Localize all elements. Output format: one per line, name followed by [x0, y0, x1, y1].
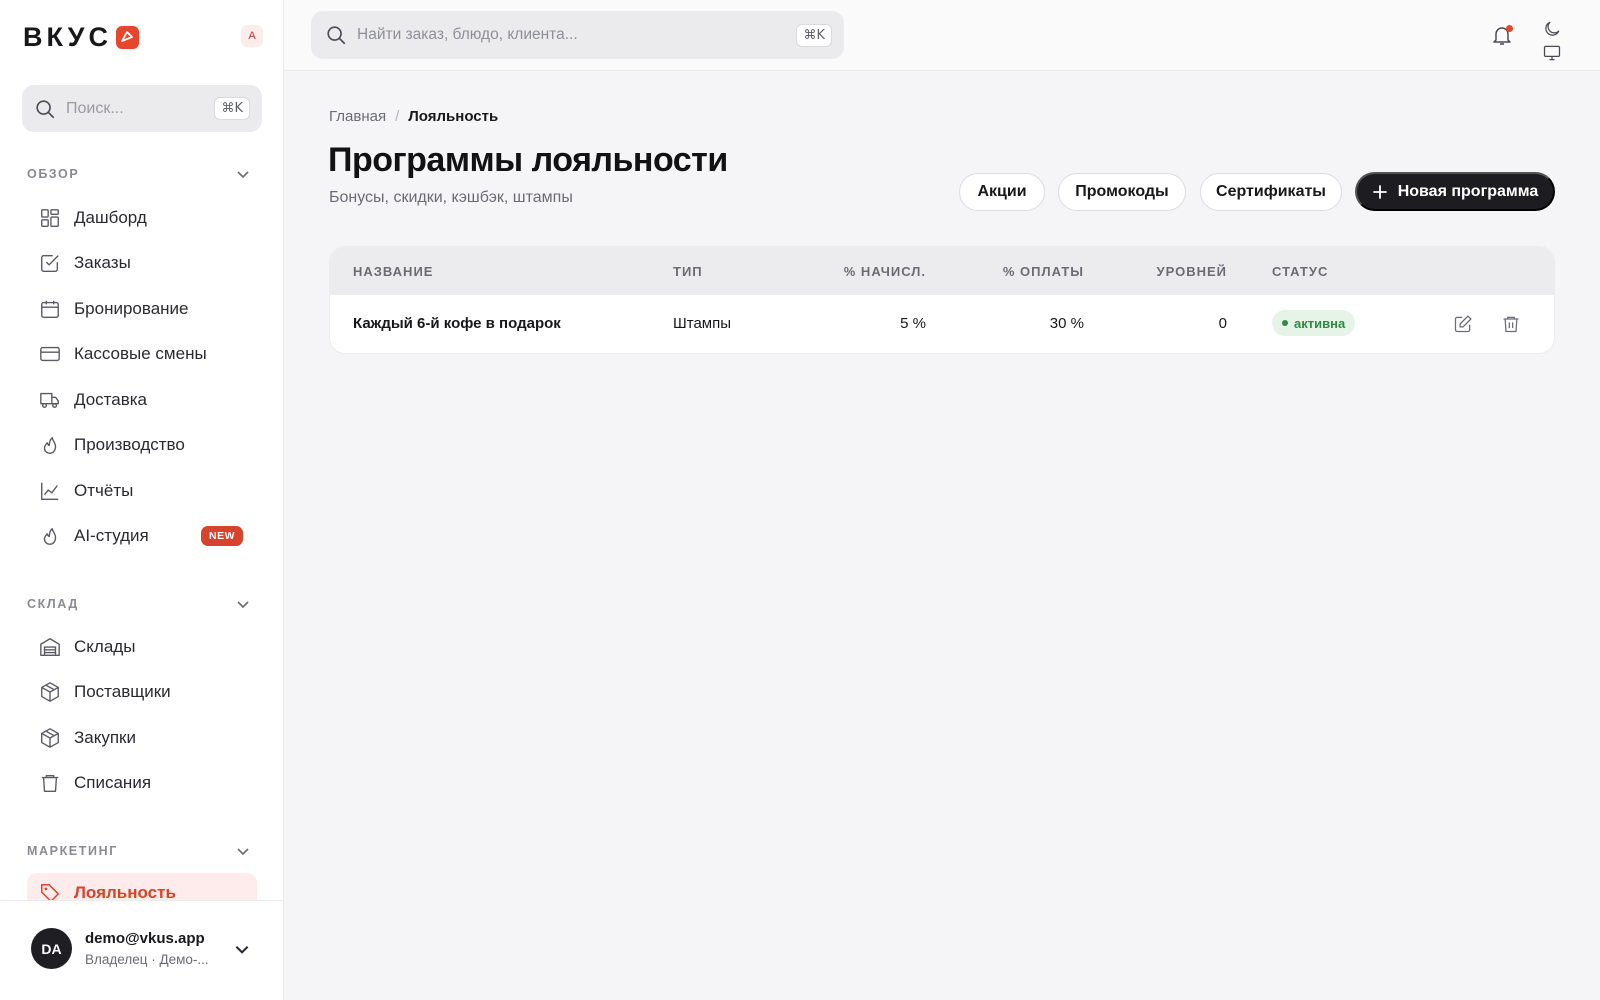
- section-warehouse-header[interactable]: СКЛАД: [27, 594, 257, 614]
- sidebar-item-booking[interactable]: Бронирование: [27, 289, 257, 329]
- trash-icon: [41, 774, 59, 792]
- plus-icon: [1372, 184, 1387, 199]
- promos-button[interactable]: Акции: [959, 173, 1045, 211]
- monitor-icon[interactable]: [1542, 43, 1562, 63]
- sidebar-search-input[interactable]: Поиск... ⌘K: [22, 85, 262, 132]
- table-header: НАЗВАНИЕ ТИП % НАЧИСЛ. % ОПЛАТЫ УРОВНЕЙ …: [330, 247, 1554, 295]
- credit-card-icon: [40, 346, 60, 362]
- sidebar-item-cash-shifts[interactable]: Кассовые смены: [27, 334, 257, 374]
- cell-type: Штампы: [673, 315, 732, 332]
- sidebar-item-label: Бронирование: [74, 299, 189, 318]
- sidebar-item-purchases[interactable]: Закупки: [27, 718, 257, 758]
- shortcut-hint: ⌘K: [796, 23, 832, 47]
- breadcrumb-home[interactable]: Главная: [329, 108, 386, 125]
- search-icon: [327, 26, 346, 45]
- box-icon: [41, 682, 59, 702]
- warehouse-icon: [40, 638, 60, 656]
- chevron-down-icon: [237, 601, 249, 609]
- column-header-levels: УРОВНЕЙ: [1156, 264, 1227, 279]
- new-program-button[interactable]: Новая программа: [1355, 172, 1555, 211]
- column-header-status: СТАТУС: [1272, 264, 1329, 279]
- column-header-name: НАЗВАНИЕ: [353, 264, 434, 279]
- sidebar-item-suppliers[interactable]: Поставщики: [27, 672, 257, 712]
- global-search-input[interactable]: Найти заказ, блюдо, клиента... ⌘K: [311, 11, 844, 59]
- cell-accrual: 5 %: [900, 315, 926, 332]
- moon-icon[interactable]: [1542, 19, 1562, 39]
- sidebar-item-label: Производство: [74, 435, 185, 454]
- sidebar-item-label: Списания: [74, 773, 152, 792]
- section-overview-header[interactable]: ОБЗОР: [27, 164, 257, 184]
- column-header-payment: % ОПЛАТЫ: [1002, 264, 1084, 279]
- breadcrumb: Главная / Лояльность: [329, 108, 498, 125]
- topbar: Найти заказ, блюдо, клиента... ⌘K: [284, 0, 1600, 71]
- sidebar-item-ai-studio[interactable]: AI-студия NEW: [27, 516, 257, 556]
- sidebar-item-label: Дашборд: [74, 208, 147, 227]
- checkbox-icon: [41, 254, 59, 272]
- status-badge: активна: [1272, 310, 1356, 336]
- sidebar-item-label: Закупки: [74, 728, 136, 747]
- sidebar-item-warehouses[interactable]: Склады: [27, 627, 257, 667]
- cell-payment: 30 %: [1049, 315, 1084, 332]
- chart-line-icon: [41, 482, 59, 500]
- sidebar-item-dashboard[interactable]: Дашборд: [27, 198, 257, 238]
- user-panel[interactable]: DA demo@vkus.app Владелец · Демо-...: [0, 900, 283, 1000]
- cell-name: Каждый 6-й кофе в подарок: [353, 315, 561, 332]
- certificates-button[interactable]: Сертификаты: [1200, 173, 1342, 211]
- edit-icon[interactable]: [1453, 314, 1473, 334]
- trash-icon[interactable]: [1501, 314, 1521, 334]
- sidebar-item-label: Доставка: [74, 390, 148, 409]
- section-warehouse-title: СКЛАД: [27, 597, 79, 611]
- sidebar-item-reports[interactable]: Отчёты: [27, 471, 257, 511]
- shortcut-hint: ⌘K: [214, 97, 250, 120]
- sidebar: ВКУС A Поиск... ⌘K ОБЗОР Дашборд Заказы …: [0, 0, 284, 1000]
- promocodes-button[interactable]: Промокоды: [1058, 173, 1186, 211]
- user-email: demo@vkus.app: [85, 930, 205, 947]
- sidebar-item-label: Склады: [74, 637, 136, 656]
- truck-icon: [40, 392, 59, 409]
- box-icon: [41, 728, 59, 748]
- sidebar-search-placeholder: Поиск...: [66, 99, 124, 117]
- sidebar-item-label: AI-студия: [74, 526, 149, 545]
- section-marketing-title: МАРКЕТИНГ: [27, 844, 118, 858]
- sidebar-item-label: Отчёты: [74, 481, 134, 500]
- sidebar-item-production[interactable]: Производство: [27, 425, 257, 465]
- loyalty-programs-table: НАЗВАНИЕ ТИП % НАЧИСЛ. % ОПЛАТЫ УРОВНЕЙ …: [329, 246, 1555, 354]
- calendar-icon: [41, 300, 59, 318]
- section-marketing-header[interactable]: МАРКЕТИНГ: [27, 841, 257, 861]
- sidebar-item-label: Поставщики: [74, 682, 171, 701]
- flame-icon: [43, 527, 57, 545]
- global-search-placeholder: Найти заказ, блюдо, клиента...: [357, 26, 578, 43]
- breadcrumb-separator: /: [395, 108, 400, 125]
- new-program-label: Новая программа: [1397, 182, 1539, 200]
- page-title: Программы лояльности: [328, 141, 728, 179]
- sidebar-item-label: Заказы: [74, 253, 131, 272]
- brand-mark-icon: [115, 25, 139, 49]
- sidebar-item-write-offs[interactable]: Списания: [27, 763, 257, 803]
- sidebar-item-delivery[interactable]: Доставка: [27, 380, 257, 420]
- chevron-down-icon[interactable]: [233, 940, 251, 958]
- chevron-down-icon: [237, 848, 249, 856]
- brand-logo[interactable]: ВКУС A: [23, 22, 263, 52]
- page-subtitle: Бонусы, скидки, кэшбэк, штампы: [329, 189, 573, 206]
- grid-icon: [41, 209, 59, 227]
- workspace-avatar[interactable]: A: [241, 25, 263, 47]
- search-icon: [36, 99, 55, 118]
- breadcrumb-current: Лояльность: [408, 108, 499, 125]
- sidebar-item-orders[interactable]: Заказы: [27, 243, 257, 283]
- notification-dot: [1506, 25, 1513, 32]
- brand-name: ВКУС: [23, 21, 112, 52]
- flame-icon: [43, 436, 57, 454]
- sidebar-item-label: Кассовые смены: [74, 344, 207, 363]
- avatar: DA: [31, 928, 72, 969]
- cell-levels: 0: [1218, 315, 1227, 332]
- column-header-accrual: % НАЧИСЛ.: [843, 264, 926, 279]
- user-role: Владелец · Демо-...: [85, 952, 209, 967]
- new-badge: NEW: [201, 526, 243, 546]
- section-overview-title: ОБЗОР: [27, 167, 80, 181]
- chevron-down-icon: [237, 171, 249, 179]
- column-header-type: ТИП: [673, 264, 703, 279]
